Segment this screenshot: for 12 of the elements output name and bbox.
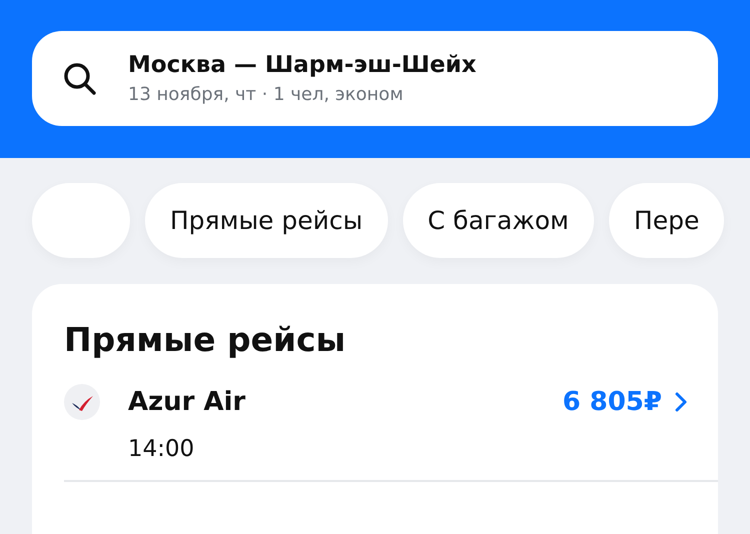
route-title: Москва — Шарм-эш-Шейх [128, 50, 476, 78]
airline-logo-icon [64, 384, 100, 420]
departure-time: 14:00 [128, 436, 196, 462]
chevron-right-icon[interactable] [674, 391, 688, 413]
flight-price[interactable]: 6 805₽ [562, 387, 662, 417]
airline-name: Azur Air [128, 387, 246, 417]
search-bar[interactable]: Москва — Шарм-эш-Шейх 13 ноября, чт · 1 чел, эконом [32, 31, 718, 126]
filter-chip[interactable]: Пере [608, 183, 724, 258]
trip-details: 13 ноября, чт · 1 чел, эконом [128, 82, 404, 106]
section-title: Прямые рейсы [64, 319, 347, 361]
filter-chip[interactable]: Прямые рейсы [145, 183, 388, 258]
filter-chip[interactable]: С багажом [402, 183, 594, 258]
